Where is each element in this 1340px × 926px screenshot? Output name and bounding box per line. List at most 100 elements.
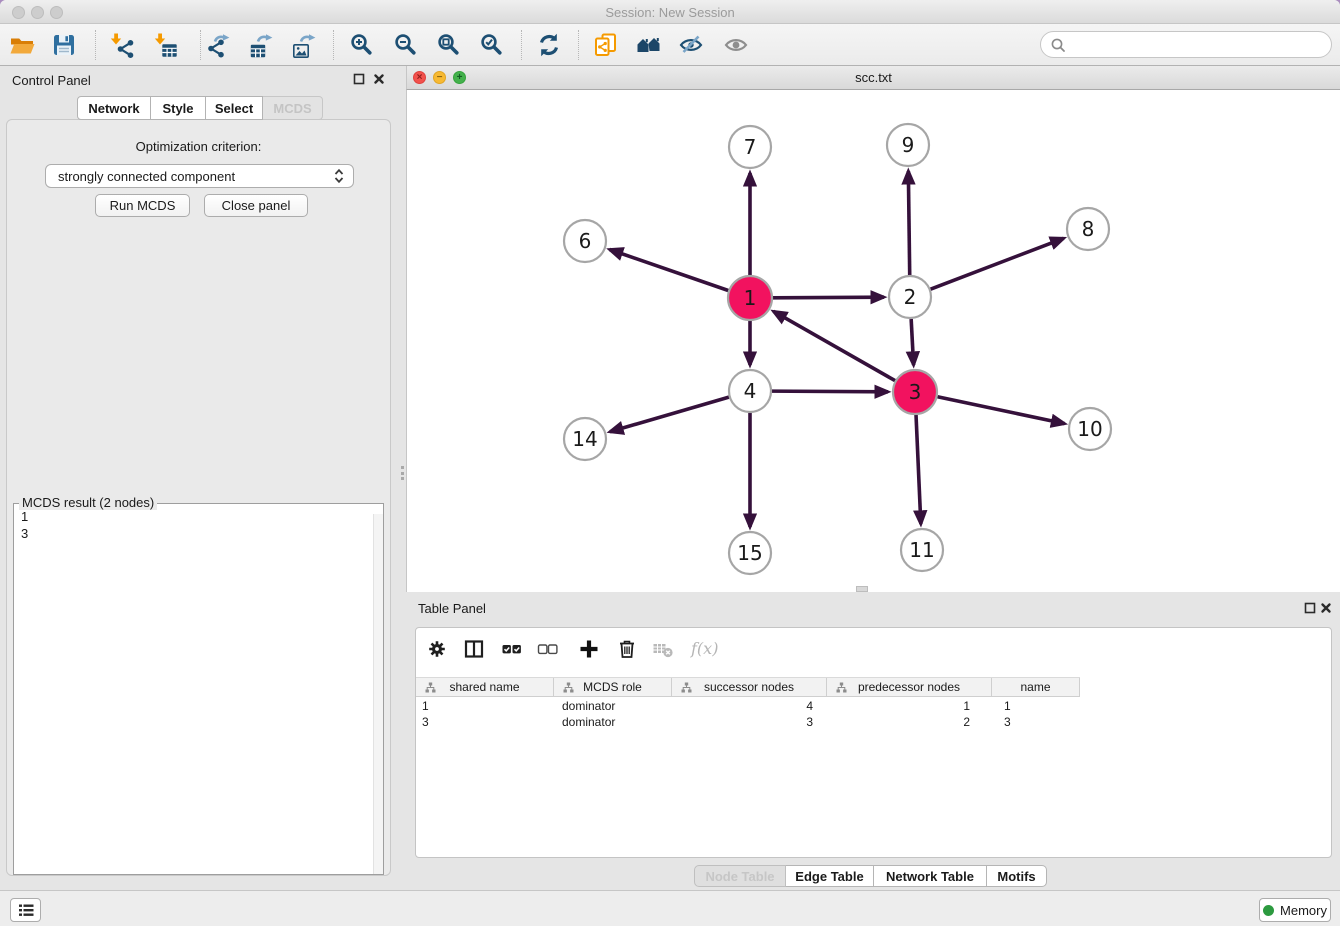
graph-node-9[interactable]: 9 [887,124,929,166]
table-panel-tabs: Node TableEdge TableNetwork TableMotifs [694,865,1047,887]
graph-node-10[interactable]: 10 [1069,408,1111,450]
svg-text:1: 1 [744,286,757,310]
delete-row-button[interactable] [612,636,642,662]
cell-shared-name: 3 [416,714,554,730]
close-table-panel-icon[interactable] [1319,601,1333,615]
refresh-layout-icon [536,32,562,58]
table-row[interactable]: 3dominator323 [416,714,1080,730]
edge-2-9[interactable] [908,171,909,275]
tab-mcds[interactable]: MCDS [263,96,323,120]
tab-style[interactable]: Style [151,96,206,120]
function-button[interactable]: f(x) [691,636,721,662]
graph-node-15[interactable]: 15 [729,532,771,574]
edge-3-11[interactable] [916,415,921,524]
network-overview-icon [636,32,662,58]
close-panel-button[interactable]: Close panel [204,194,308,217]
select-all-icon [501,638,523,660]
graph-node-8[interactable]: 8 [1067,208,1109,250]
memory-status-icon [1263,905,1274,916]
window-titlebar: Session: New Session [0,0,1340,24]
edge-3-1[interactable] [773,311,895,380]
mcds-result-title: MCDS result (2 nodes) [19,495,157,510]
optimization-criterion-select[interactable]: strongly connected component [45,164,354,188]
refresh-layout-button[interactable] [531,28,567,62]
open-session-icon [9,32,35,58]
add-row-button[interactable] [574,636,604,662]
result-scrollbar[interactable] [373,514,383,874]
export-image-icon [292,32,318,58]
table-row[interactable]: 1dominator411 [416,698,1080,714]
zoom-in-icon [349,32,375,58]
memory-button[interactable]: Memory [1259,898,1331,922]
import-table-button[interactable] [147,28,183,62]
graph-node-4[interactable]: 4 [729,370,771,412]
tree-icon [425,682,436,693]
mcds-result-node: 3 [21,525,28,542]
column-header-shared-name[interactable]: shared name [416,678,554,696]
export-network-button[interactable] [201,28,237,62]
graph-node-6[interactable]: 6 [564,220,606,262]
column-label: name [1020,680,1050,694]
graph-node-14[interactable]: 14 [564,418,606,460]
task-history-button[interactable] [10,898,41,922]
graph-node-7[interactable]: 7 [729,126,771,168]
graph-node-3[interactable]: 3 [893,370,937,414]
edge-1-6[interactable] [610,249,729,290]
save-session-button[interactable] [46,28,82,62]
tab-network[interactable]: Network [77,96,151,120]
tab-motifs[interactable]: Motifs [987,865,1047,887]
edge-2-8[interactable] [931,238,1064,289]
import-network-button[interactable] [103,28,139,62]
svg-text:10: 10 [1077,417,1102,441]
toolbar-separator [95,30,96,60]
status-bar: Memory [0,890,1340,926]
show-details-button[interactable] [719,28,755,62]
column-header-predecessor-nodes[interactable]: predecessor nodes [827,678,992,696]
run-mcds-button[interactable]: Run MCDS [95,194,190,217]
float-table-panel-icon[interactable] [1303,601,1317,615]
tab-node-table[interactable]: Node Table [694,865,786,887]
mcds-panel: Optimization criterion: strongly connect… [6,119,391,876]
export-table-button[interactable] [244,28,280,62]
zoom-out-button[interactable] [388,28,424,62]
edge-3-10[interactable] [938,397,1065,424]
hide-details-button[interactable] [674,28,710,62]
graph-node-1[interactable]: 1 [728,276,772,320]
column-header-MCDS-role[interactable]: MCDS role [554,678,672,696]
edge-4-14[interactable] [610,397,729,432]
tab-edge-table[interactable]: Edge Table [786,865,874,887]
deselect-all-button[interactable] [533,636,563,662]
cell-name: 1 [992,698,1080,714]
edge-4-3[interactable] [772,391,888,392]
open-session-button[interactable] [4,28,40,62]
column-header-successor-nodes[interactable]: successor nodes [672,678,827,696]
edge-1-2[interactable] [773,297,884,298]
zoom-in-button[interactable] [344,28,380,62]
panel-splitter[interactable] [401,466,405,480]
view-resize-handle[interactable] [856,586,868,592]
network-canvas-svg: 7 9 6 8 1 2 4 3 14 10 15 11 [407,90,1340,592]
table-header: shared nameMCDS rolesuccessor nodesprede… [416,677,1080,697]
window-title: Session: New Session [0,5,1340,20]
zoom-fit-button[interactable] [431,28,467,62]
select-all-button[interactable] [497,636,527,662]
column-header-name[interactable]: name [992,678,1080,696]
network-canvas[interactable]: 7 9 6 8 1 2 4 3 14 10 15 11 [406,90,1340,592]
graph-node-2[interactable]: 2 [889,276,931,318]
duplicate-network-button[interactable] [588,28,624,62]
close-panel-icon[interactable] [372,72,386,86]
float-panel-icon[interactable] [352,72,366,86]
edge-2-3[interactable] [911,319,913,365]
export-image-button[interactable] [287,28,323,62]
search-input[interactable] [1071,35,1331,55]
delete-table-button[interactable] [648,636,678,662]
network-view-titlebar[interactable]: × − + scc.txt [406,66,1340,90]
zoom-selected-button[interactable] [474,28,510,62]
selected-criterion: strongly connected component [58,169,333,184]
tab-network-table[interactable]: Network Table [874,865,987,887]
graph-node-11[interactable]: 11 [901,529,943,571]
tab-select[interactable]: Select [206,96,263,120]
network-overview-button[interactable] [631,28,667,62]
gear-button[interactable] [422,636,452,662]
columns-button[interactable] [459,636,489,662]
